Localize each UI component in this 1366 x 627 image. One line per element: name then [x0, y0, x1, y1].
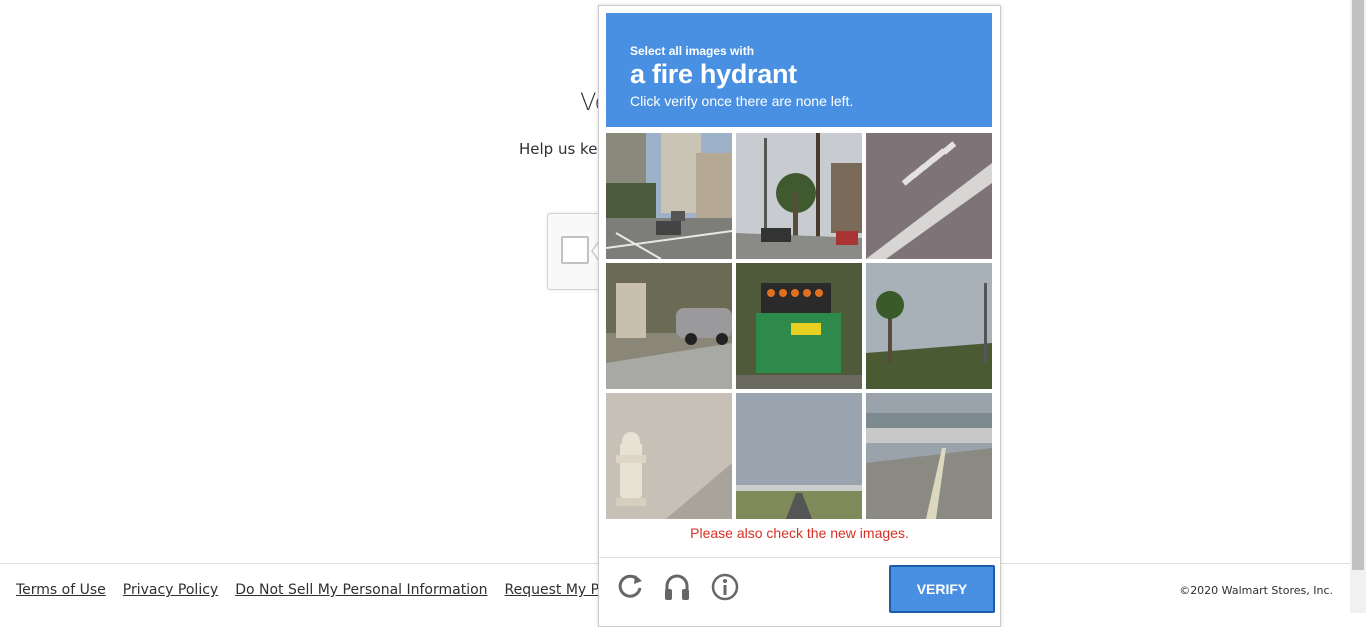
- instruction-note: Click verify once there are none left.: [630, 93, 854, 109]
- verify-button[interactable]: VERIFY: [889, 565, 995, 613]
- copyright: ©2020 Walmart Stores, Inc.: [1179, 584, 1333, 597]
- image-tile-4[interactable]: [606, 263, 732, 389]
- image-tile-1[interactable]: [606, 133, 732, 259]
- audio-icon[interactable]: [661, 571, 693, 603]
- image-tile-8[interactable]: [736, 393, 862, 519]
- footer-links: Terms of Use Privacy Policy Do Not Sell My…: [16, 582, 685, 598]
- new-images-message: Please also check the new images.: [690, 525, 909, 541]
- terms-of-use-link[interactable]: Terms of Use: [16, 582, 106, 598]
- scrollbar[interactable]: [1350, 0, 1366, 613]
- do-not-sell-link[interactable]: Do Not Sell My Personal Information: [235, 582, 487, 598]
- image-tile-3[interactable]: [866, 133, 992, 259]
- page-subtitle: Help us kee: [519, 140, 607, 158]
- image-tile-6[interactable]: [866, 263, 992, 389]
- info-icon[interactable]: [709, 571, 741, 603]
- captcha-footer-divider: [599, 557, 1000, 558]
- captcha-header: Select all images with a fire hydrant Cl…: [606, 13, 992, 127]
- recaptcha-checkbox[interactable]: [561, 236, 589, 264]
- captcha-challenge: Select all images with a fire hydrant Cl…: [598, 5, 1001, 627]
- instruction-small: Select all images with: [630, 44, 755, 58]
- scrollbar-thumb[interactable]: [1352, 0, 1364, 570]
- image-tile-7[interactable]: [606, 393, 732, 519]
- image-grid: [606, 133, 994, 521]
- image-tile-9[interactable]: [866, 393, 992, 519]
- instruction-target: a fire hydrant: [630, 59, 797, 89]
- reload-icon[interactable]: [614, 571, 646, 603]
- image-tile-2[interactable]: [736, 133, 862, 259]
- image-tile-5[interactable]: [736, 263, 862, 389]
- privacy-policy-link[interactable]: Privacy Policy: [123, 582, 218, 598]
